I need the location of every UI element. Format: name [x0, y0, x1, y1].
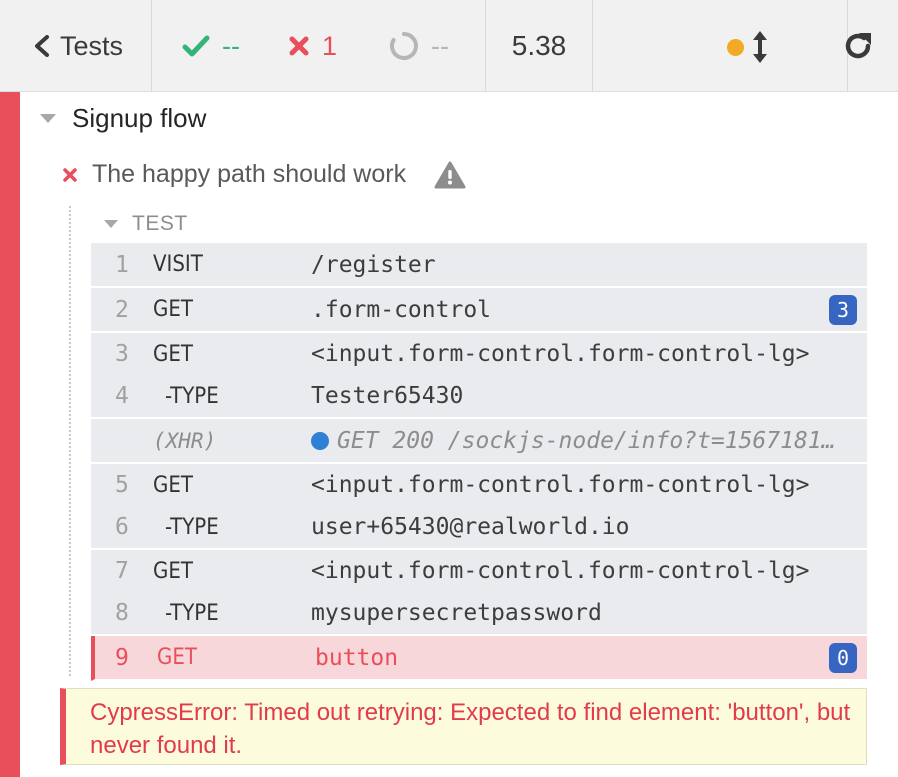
- command-message: <input.form-control.form-control-lg>: [311, 558, 810, 584]
- command-number: 7: [115, 558, 129, 584]
- element-count-badge: 3: [829, 294, 857, 325]
- running-status-dot: [727, 39, 744, 56]
- command-message: <input.form-control.form-control-lg>: [311, 472, 810, 498]
- command-name: GET: [153, 297, 193, 322]
- command-group: 5 GET <input.form-control.form-control-l…: [91, 464, 867, 550]
- command-message: GET 200 /sockjs-node/info?t=1567181…: [311, 428, 836, 454]
- suite-header[interactable]: Signup flow: [40, 103, 206, 134]
- arrows-vertical-icon[interactable]: [753, 31, 767, 63]
- check-icon: [182, 35, 210, 57]
- passed-stat: --: [182, 31, 240, 62]
- xhr-row[interactable]: (XHR) GET 200 /sockjs-node/info?t=156718…: [91, 419, 867, 462]
- failed-runnable-indicator: [0, 92, 20, 777]
- back-label: Tests: [59, 30, 124, 61]
- command-message: user+65430@realworld.io: [311, 514, 630, 540]
- command-name: GET: [153, 472, 193, 498]
- command-row[interactable]: 5 GET <input.form-control.form-control-l…: [91, 464, 867, 506]
- command-group: 3 GET <input.form-control.form-control-l…: [91, 333, 867, 419]
- command-number: 3: [115, 341, 129, 367]
- command-message: button: [315, 644, 399, 671]
- suite-title: Signup flow: [72, 103, 207, 133]
- command-number: 6: [115, 514, 129, 540]
- command-name: -TYPE: [165, 514, 219, 540]
- x-icon: [63, 167, 77, 182]
- command-name: (XHR): [153, 428, 217, 453]
- command-row[interactable]: 8 -TYPE mysupersecretpassword: [91, 592, 867, 634]
- xhr-message: GET 200 /sockjs-node/info?t=1567181…: [337, 427, 836, 454]
- command-row[interactable]: 7 GET <input.form-control.form-control-l…: [91, 550, 867, 592]
- pending-count: --: [431, 30, 449, 61]
- command-log: 1 VISIT /register 2 GET .form-control 3 …: [91, 243, 867, 681]
- command-row[interactable]: 1 VISIT /register: [91, 243, 867, 286]
- command-message: .form-control: [311, 296, 492, 323]
- command-number: 4: [115, 383, 129, 409]
- test-title: The happy path should work: [92, 160, 407, 188]
- element-count-badge: 0: [829, 642, 857, 673]
- failed-command-group: 9 GET button 0: [91, 636, 867, 681]
- command-number: 9: [115, 644, 129, 671]
- xhr-group: (XHR) GET 200 /sockjs-node/info?t=156718…: [91, 419, 867, 464]
- failed-command-row[interactable]: 9 GET button 0: [95, 636, 867, 679]
- command-group: 7 GET <input.form-control.form-control-l…: [91, 550, 867, 636]
- command-name: VISIT: [153, 252, 203, 277]
- command-row[interactable]: 2 GET .form-control 3: [91, 288, 867, 331]
- failed-stat: 1: [288, 31, 337, 62]
- warning-icon[interactable]: [434, 161, 466, 189]
- command-group: 1 VISIT /register: [91, 243, 867, 288]
- chevron-left-icon: [34, 35, 49, 57]
- command-row[interactable]: 6 -TYPE user+65430@realworld.io: [91, 506, 867, 548]
- header-controls: [593, 0, 848, 92]
- error-message[interactable]: CypressError: Timed out retrying: Expect…: [60, 688, 867, 765]
- command-group: 2 GET .form-control 3: [91, 288, 867, 333]
- command-name: GET: [153, 558, 193, 584]
- circle-notch-icon: [390, 32, 418, 60]
- run-duration: 5.38: [486, 0, 593, 92]
- caret-down-icon: [40, 114, 56, 123]
- command-number: 1: [115, 251, 129, 278]
- command-message: /register: [311, 251, 436, 278]
- x-icon: [289, 36, 309, 56]
- command-name: -TYPE: [165, 600, 219, 626]
- command-message: Tester65430: [311, 383, 464, 409]
- passed-count: --: [222, 30, 240, 61]
- command-row[interactable]: 4 -TYPE Tester65430: [91, 375, 867, 417]
- command-name: -TYPE: [165, 383, 219, 409]
- test-stats: -- 1 --: [152, 0, 486, 92]
- command-row[interactable]: 3 GET <input.form-control.form-control-l…: [91, 333, 867, 375]
- back-to-tests-button[interactable]: Tests: [0, 0, 152, 92]
- command-name: GET: [157, 645, 197, 670]
- command-number: 8: [115, 600, 129, 626]
- command-name: GET: [153, 341, 193, 367]
- redo-icon: [845, 33, 871, 59]
- command-message: <input.form-control.form-control-lg>: [311, 341, 810, 367]
- failed-count: 1: [321, 30, 338, 61]
- xhr-status-dot: [311, 431, 329, 450]
- hook-header[interactable]: TEST: [104, 212, 188, 236]
- test-header[interactable]: The happy path should work: [62, 160, 466, 189]
- rerun-tests-button[interactable]: [845, 0, 898, 92]
- command-number: 2: [115, 296, 129, 323]
- command-number: 5: [115, 472, 129, 498]
- command-message: mysupersecretpassword: [311, 600, 602, 626]
- test-guide-line: [69, 206, 71, 676]
- hook-label: TEST: [132, 212, 188, 235]
- pending-stat: --: [389, 31, 449, 62]
- reporter-header: Tests -- 1 -- 5.38: [0, 0, 898, 92]
- caret-down-icon: [104, 220, 118, 228]
